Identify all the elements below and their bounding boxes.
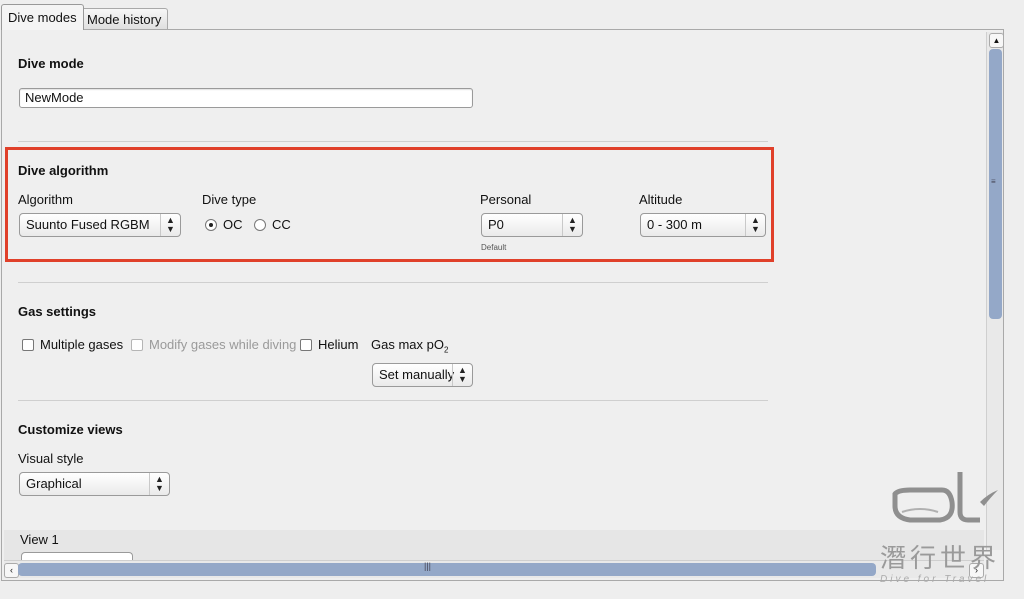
personal-hint: Default — [481, 243, 507, 252]
scroll-up-icon[interactable]: ▲ — [989, 33, 1003, 48]
watermark-chinese-text: 潛行世界 — [880, 544, 1001, 574]
select-arrows-icon: ▲ ▼ — [452, 364, 472, 386]
visual-style-value: Graphical — [26, 476, 82, 491]
dive-type-oc-label: OC — [223, 217, 243, 232]
personal-label: Personal — [480, 192, 532, 207]
algorithm-select[interactable]: Suunto Fused RGBM ▲ ▼ — [19, 213, 181, 237]
tab-bar: Dive modes Mode history — [0, 0, 1024, 30]
divider — [18, 282, 768, 283]
gas-max-po2-select[interactable]: Set manually ▲ ▼ — [372, 363, 473, 387]
dive-algorithm-heading: Dive algorithm — [18, 163, 109, 178]
algorithm-label: Algorithm — [18, 192, 73, 207]
dive-type-cc-radio[interactable] — [254, 219, 266, 231]
watermark-english-text: Dive for Travel — [880, 574, 990, 585]
gas-max-po2-value: Set manually — [379, 367, 455, 382]
grip-icon: ≡ — [991, 177, 996, 186]
tab-mode-history[interactable]: Mode history — [80, 8, 169, 30]
divider — [18, 400, 768, 401]
tab-dive-modes[interactable]: Dive modes — [1, 4, 84, 30]
gas-max-po2-label: Gas max pO2 — [371, 337, 449, 355]
algorithm-value: Suunto Fused RGBM — [26, 217, 150, 232]
customize-views-heading: Customize views — [18, 422, 123, 437]
modify-gases-checkbox[interactable] — [131, 339, 143, 351]
watermark-logo: 潛行世界 Dive for Travel — [880, 462, 1004, 586]
select-arrows-icon: ▲ ▼ — [149, 473, 169, 495]
horizontal-scroll-thumb[interactable] — [18, 563, 876, 576]
helium-checkbox[interactable] — [300, 339, 312, 351]
divider — [18, 141, 768, 142]
helium-label: Helium — [318, 337, 359, 352]
dive-type-label: Dive type — [202, 192, 257, 207]
dive-mask-icon — [892, 472, 998, 523]
horizontal-scrollbar[interactable]: ‹ ||| › — [4, 560, 984, 578]
scroll-left-icon[interactable]: ‹ — [4, 563, 19, 578]
modify-gases-label: Modify gases while diving — [149, 337, 297, 352]
select-arrows-icon: ▲ ▼ — [160, 214, 180, 236]
dive-modes-panel: Dive mode NewMode Dive algorithm Algorit… — [1, 29, 1004, 581]
grip-icon: ||| — [424, 561, 432, 571]
dive-type-cc-label: CC — [272, 217, 291, 232]
view1-label: View 1 — [20, 532, 59, 547]
personal-select[interactable]: P0 ▲ ▼ — [481, 213, 583, 237]
dive-mode-heading: Dive mode — [18, 56, 84, 71]
dive-mode-name-input[interactable]: NewMode — [19, 88, 473, 108]
altitude-value: 0 - 300 m — [647, 217, 702, 232]
visual-style-select[interactable]: Graphical ▲ ▼ — [19, 472, 170, 496]
personal-value: P0 — [488, 217, 504, 232]
view1-section: View 1 — [4, 530, 984, 561]
altitude-label: Altitude — [639, 192, 683, 207]
multiple-gases-checkbox[interactable] — [22, 339, 34, 351]
dive-type-oc-radio[interactable] — [205, 219, 217, 231]
altitude-select[interactable]: 0 - 300 m ▲ ▼ — [640, 213, 766, 237]
visual-style-label: Visual style — [18, 451, 84, 466]
gas-settings-heading: Gas settings — [18, 304, 97, 319]
select-arrows-icon: ▲ ▼ — [745, 214, 765, 236]
select-arrows-icon: ▲ ▼ — [562, 214, 582, 236]
multiple-gases-label: Multiple gases — [40, 337, 124, 352]
